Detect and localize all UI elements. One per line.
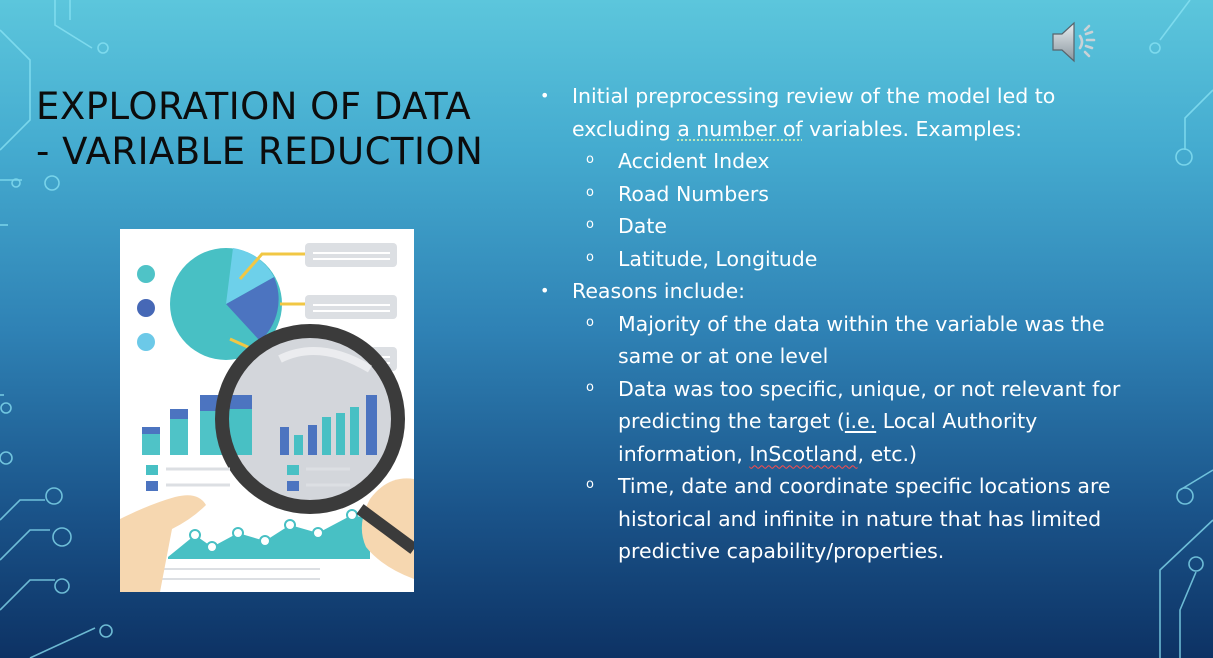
sub-bullet: Latitude, Longitude: [540, 242, 1140, 276]
spellcheck-underlined-word[interactable]: InScotland: [749, 442, 857, 466]
title-line-1: EXPLORATION OF DATA: [36, 85, 472, 128]
data-analysis-illustration: [120, 229, 418, 592]
sub-bullet-text: Time, date and coordinate specific locat…: [618, 474, 1111, 563]
speaker-audio-icon[interactable]: [1050, 18, 1102, 66]
sub-bullet-text: Date: [618, 214, 667, 238]
slide-title: EXPLORATION OF DATA - VARIABLE REDUCTION: [36, 84, 506, 174]
sub-bullet-text: , etc.): [857, 441, 917, 466]
sub-bullet-text: Majority of the data within the variable…: [618, 311, 1105, 369]
sub-bullet: Accident Index: [540, 144, 1140, 178]
underlined-abbreviation: i.e.: [844, 409, 877, 433]
sub-bullet-text: Accident Index: [618, 149, 770, 173]
sub-bullet: Date: [540, 209, 1140, 243]
bullet-preprocessing: Initial preprocessing review of the mode…: [540, 80, 1140, 145]
sub-bullet: Majority of the data within the variable…: [540, 307, 1140, 373]
sub-bullet: Time, date and coordinate specific locat…: [540, 469, 1140, 568]
bullet-text: Reasons include:: [572, 279, 746, 303]
bullet-list: Initial preprocessing review of the mode…: [540, 80, 1140, 568]
title-line-2: - VARIABLE REDUCTION: [36, 130, 484, 173]
grammar-underlined-text[interactable]: a number of: [677, 117, 802, 141]
sub-bullet: Data was too specific, unique, or not re…: [540, 372, 1140, 471]
bullet-text: variables. Examples:: [802, 116, 1023, 141]
illustration-graphic: [120, 243, 418, 592]
sub-bullet-text: Road Numbers: [618, 181, 769, 206]
sub-bullet-text: Latitude, Longitude: [618, 246, 818, 271]
bullet-reasons: Reasons include:: [540, 275, 1140, 308]
sub-bullet: Road Numbers: [540, 177, 1140, 211]
